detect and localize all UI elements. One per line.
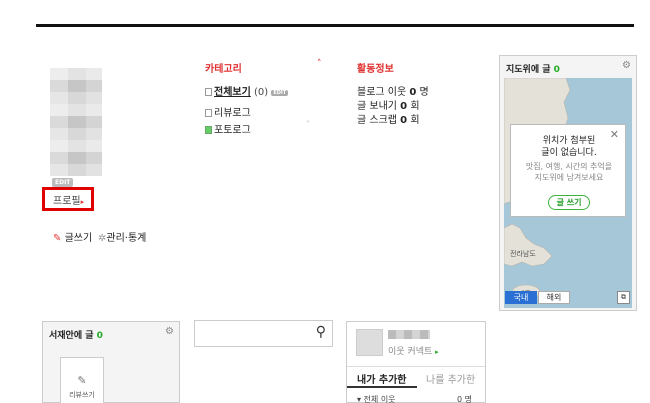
profile-link[interactable]: 프로필▸ — [53, 192, 84, 207]
active-tab-underline — [347, 386, 417, 388]
folder-icon — [205, 109, 212, 117]
avatar[interactable] — [356, 329, 383, 356]
tab-domestic[interactable]: 국내 — [505, 291, 537, 304]
popup-hint: 맛집, 여행, 시간의 추억을지도위에 남겨보세요 — [511, 161, 627, 183]
settings-gear-icon[interactable]: ⚙ — [622, 60, 631, 71]
book-title-text: 서재안에 글 — [49, 331, 97, 341]
manage-stats-link[interactable]: ✲관리·통계 — [98, 229, 146, 244]
neighbor-group-label[interactable]: ▾ 전체 이웃 — [357, 394, 396, 403]
search-box: ⚲ — [194, 320, 333, 347]
activity-title: 활동정보 — [357, 64, 394, 75]
region-label-jeonnam: 전라남도 — [510, 249, 536, 258]
collapse-caret-icon[interactable]: ˄ — [317, 59, 322, 69]
profile-image[interactable] — [50, 68, 102, 176]
popup-write-button[interactable]: 글 쓰기 — [548, 195, 590, 210]
write-post-label: 글쓰기 — [64, 233, 93, 244]
write-review-card[interactable]: ✎ 리뷰쓰기 — [60, 357, 104, 403]
category-item-label: 전체보기 — [214, 87, 251, 98]
settings-gear-icon[interactable]: ⚙ — [165, 326, 174, 337]
expand-map-icon[interactable]: ⧉ — [617, 291, 630, 304]
neighbor-connect-label: 이웃 커넥트 — [388, 347, 433, 357]
top-divider — [36, 24, 634, 27]
activity-row-neighbors: 블로그 이웃 0 명 — [357, 83, 429, 98]
map-empty-popup: ✕ 위치가 첨부된 글이 없습니다. 맛집, 여행, 시간의 추억을 지도위에 남겨… — [510, 124, 626, 217]
category-item-review[interactable]: 리뷰로그 — [205, 104, 251, 119]
popup-line-1: 위치가 첨부된 — [542, 136, 596, 146]
land-south — [504, 223, 553, 267]
write-review-label: 리뷰쓰기 — [69, 391, 95, 399]
neighbor-connect-link[interactable]: 이웃 커넥트 ▸ — [388, 344, 439, 357]
category-item-photo[interactable]: 포토로그 — [205, 121, 251, 136]
popup-line-3: 맛집, 여행, 시간의 추억을 — [525, 162, 613, 171]
popup-line-4: 지도위에 남겨보세요 — [534, 173, 604, 182]
map-widget-title: 지도위에 글 0 — [506, 62, 560, 75]
chevron-right-icon: ▸ — [435, 348, 439, 356]
activity-label: 글 스크랩 — [357, 115, 401, 126]
chevron-right-icon: ▸ — [80, 198, 85, 206]
folder-icon — [205, 88, 212, 96]
neighbor-name-blurred — [388, 330, 430, 339]
tab-added-by-me[interactable]: 내가 추가한 — [357, 371, 406, 386]
search-input[interactable] — [199, 325, 303, 342]
book-post-count: 0 — [96, 331, 103, 341]
profile-edit-badge[interactable]: EDIT — [52, 178, 74, 187]
pencil-icon: ✎ — [77, 374, 87, 387]
map-title-text: 지도위에 글 — [506, 65, 554, 75]
book-widget-title: 서재안에 글 0 — [49, 328, 103, 341]
category-item-label: 포토로그 — [214, 125, 251, 136]
map-post-count: 0 — [553, 65, 560, 75]
category-item-all[interactable]: 전체보기 (0) EDIT — [205, 83, 289, 98]
expand-caret-icon[interactable]: ˅ — [306, 120, 310, 129]
write-post-link[interactable]: ✎ 글쓰기 — [53, 229, 92, 244]
popup-line-2: 글이 없습니다. — [541, 148, 597, 158]
neighbor-group-count: 0 명 — [457, 395, 472, 403]
category-title[interactable]: 카테고리 — [205, 60, 242, 75]
profile-link-label: 프로필 — [53, 196, 81, 207]
tab-added-me[interactable]: 나를 추가한 — [426, 371, 475, 386]
activity-row-scrap: 글 스크랩 0 회 — [357, 111, 420, 126]
popup-message: 위치가 첨부된글이 없습니다. — [511, 135, 627, 159]
tab-overseas[interactable]: 해외 — [538, 291, 570, 304]
category-edit-badge[interactable]: EDIT — [271, 90, 289, 96]
search-icon[interactable]: ⚲ — [316, 324, 326, 340]
pencil-icon: ✎ — [53, 233, 62, 244]
category-item-count: (0) — [250, 87, 269, 98]
manage-stats-label: 관리·통계 — [106, 233, 147, 244]
activity-row-sent: 글 보내기 0 회 — [357, 97, 420, 112]
map-widget-header: 지도위에 글 0 ⚙ — [500, 56, 636, 78]
category-item-label: 리뷰로그 — [214, 108, 251, 119]
photo-icon — [205, 126, 212, 134]
activity-unit: 회 — [407, 115, 420, 126]
